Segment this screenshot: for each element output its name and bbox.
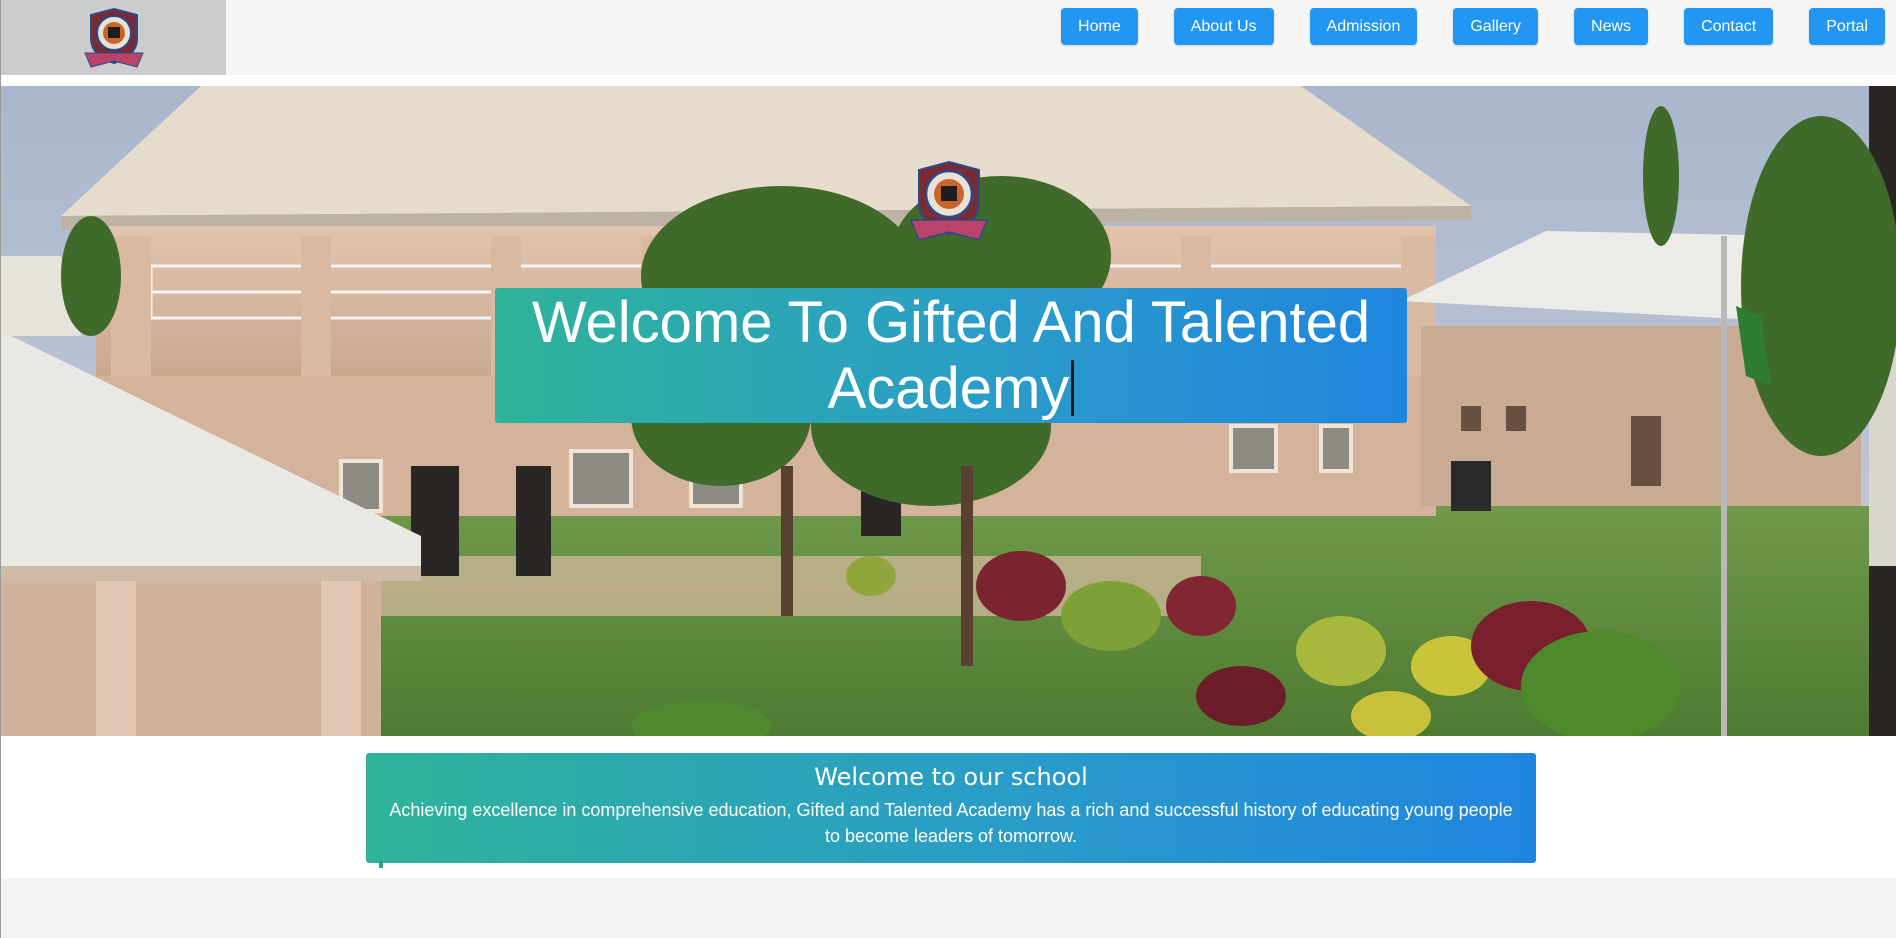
nav-portal-button[interactable]: Portal: [1809, 8, 1885, 45]
page-footer-area: [1, 878, 1896, 938]
nav-news-button[interactable]: News: [1574, 8, 1649, 45]
welcome-accent-mark: [379, 861, 383, 868]
text-cursor: [1071, 359, 1075, 416]
welcome-card: Welcome to our school Achieving excellen…: [366, 753, 1536, 863]
welcome-text: Achieving excellence in comprehensive ed…: [389, 800, 1513, 846]
nav-home-button[interactable]: Home: [1061, 8, 1138, 45]
header-divider: [1, 75, 1896, 86]
welcome-heading: Welcome to our school: [814, 763, 1088, 791]
logo-container[interactable]: [1, 0, 226, 75]
nav-admission-button[interactable]: Admission: [1309, 8, 1418, 45]
nav-gallery-button[interactable]: Gallery: [1453, 8, 1539, 45]
hero-banner: Welcome To Gifted And Talented Academy: [1, 86, 1896, 736]
main-nav: Home About Us Admission Gallery News Con…: [1061, 8, 1885, 45]
hero-title: Welcome To Gifted And Talented Academy: [531, 289, 1371, 421]
school-crest-icon: [83, 7, 144, 68]
welcome-section: Welcome to our school Achieving excellen…: [1, 736, 1896, 878]
page: Home About Us Admission Gallery News Con…: [0, 0, 1896, 938]
hero-title-box: Welcome To Gifted And Talented Academy: [495, 288, 1407, 423]
school-crest-icon: [909, 160, 989, 241]
nav-contact-button[interactable]: Contact: [1684, 8, 1774, 45]
nav-about-button[interactable]: About Us: [1173, 8, 1274, 45]
site-header: Home About Us Admission Gallery News Con…: [1, 0, 1896, 75]
